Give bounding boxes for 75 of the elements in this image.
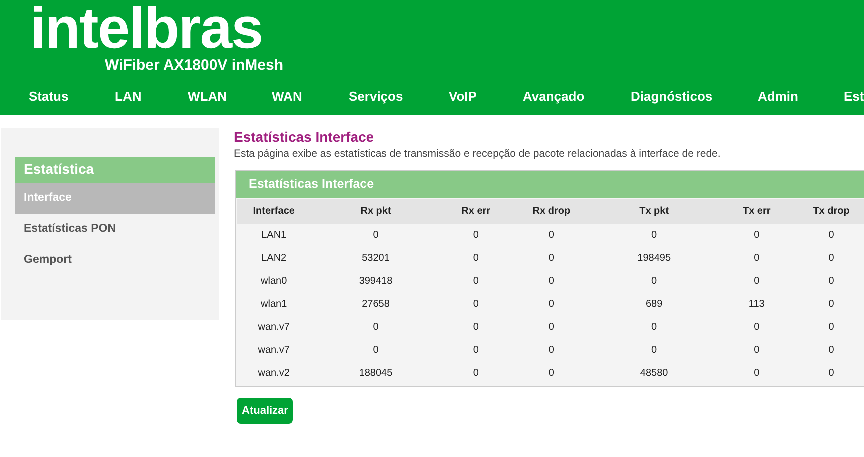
- table-cell-text: 0: [548, 367, 556, 381]
- nav-link[interactable]: Admin: [758, 89, 798, 104]
- column-header: Tx err: [716, 199, 798, 224]
- nav-link[interactable]: LAN: [115, 89, 142, 104]
- refresh-button[interactable]: Atualizar: [237, 398, 294, 424]
- table-cell-text: 0: [828, 252, 836, 266]
- table-cell-text: 0: [828, 344, 836, 358]
- table-cell-text: 0: [372, 321, 380, 335]
- table-cell-text: 0: [548, 252, 556, 266]
- table-cell-text: 0: [548, 321, 556, 335]
- table-cell-text: 0: [753, 275, 761, 289]
- table-cell-text: 198495: [636, 252, 672, 266]
- panel-heading: Estatísticas Interface: [236, 171, 864, 198]
- table-cell: 0: [311, 224, 441, 247]
- table-cell-text: 0: [548, 298, 556, 312]
- nav-link[interactable]: WAN: [272, 89, 302, 104]
- table-cell-text: 0: [472, 298, 480, 312]
- table-cell-text: 53201: [361, 252, 391, 266]
- table-cell-text: 0: [753, 367, 761, 381]
- column-header: Rx pkt: [311, 199, 441, 224]
- nav-link[interactable]: Serviços: [349, 89, 404, 104]
- column-header: Interface: [237, 199, 312, 224]
- table-cell-text: 188045: [358, 367, 394, 381]
- sidebar-item[interactable]: Gemport: [15, 245, 215, 276]
- table-cell-text: 399418: [358, 275, 394, 289]
- nav-link[interactable]: Status: [29, 89, 69, 104]
- table-cell-text: 0: [828, 321, 836, 335]
- table-cell-text: 0: [828, 367, 836, 381]
- table-cell-text: wlan1: [260, 298, 288, 312]
- table-cell-text: 0: [650, 344, 658, 358]
- column-header: Tx pkt: [592, 199, 717, 224]
- table-cell-text: wlan0: [260, 275, 288, 289]
- table-cell-text: 0: [548, 344, 556, 358]
- table-cell: 0: [511, 224, 592, 247]
- sidebar-heading: Estatística: [15, 157, 215, 183]
- table-cell-text: LAN2: [260, 252, 288, 266]
- table-cell-text: 0: [472, 344, 480, 358]
- nav-link[interactable]: WLAN: [188, 89, 227, 104]
- page-description: Esta página exibe as estatísticas de transmissão e recepção de pacote relacionadas à interface de rede.: [234, 147, 722, 161]
- table-cell-text: 0: [372, 344, 380, 358]
- nav-link[interactable]: Est: [844, 89, 864, 104]
- model-name: WiFiber AX1800V inMesh: [105, 57, 284, 74]
- column-header: Tx drop: [797, 199, 864, 224]
- table-cell-text: 0: [753, 252, 761, 266]
- table-cell-text: 0: [650, 321, 658, 335]
- table-cell-text: 0: [472, 275, 480, 289]
- nav-link[interactable]: Diagnósticos: [631, 89, 713, 104]
- table-cell-text: wan.v7: [257, 321, 291, 335]
- nav-link[interactable]: Avançado: [523, 89, 585, 104]
- sidebar-item[interactable]: Estatísticas PON: [15, 214, 215, 245]
- table-cell: LAN1: [237, 224, 312, 247]
- table-cell-text: 0: [753, 321, 761, 335]
- table-cell-text: 0: [472, 367, 480, 381]
- column-header: Rx err: [440, 199, 512, 224]
- table-cell-text: 0: [753, 344, 761, 358]
- table-cell: 0: [797, 224, 864, 247]
- table-cell-text: 27658: [361, 298, 391, 312]
- table-cell: 0: [716, 224, 798, 247]
- column-header: Rx drop: [511, 199, 592, 224]
- page-title: Estatísticas Interface: [234, 128, 376, 146]
- nav-link[interactable]: VoIP: [449, 89, 477, 104]
- table-cell-text: wan.v2: [257, 367, 291, 381]
- table-cell-text: 0: [650, 275, 658, 289]
- table-cell-text: 48580: [639, 367, 670, 381]
- table-cell-text: 0: [472, 252, 480, 266]
- table-cell-text: 0: [548, 275, 556, 289]
- sidebar-item[interactable]: Interface: [15, 183, 215, 214]
- table-cell: 0: [440, 224, 512, 247]
- table-cell: 0: [592, 224, 717, 247]
- table-cell-text: wan.v7: [257, 344, 291, 358]
- table-cell-text: 0: [472, 321, 480, 335]
- table-cell-text: 0: [828, 298, 836, 312]
- table-cell-text: 113: [748, 298, 766, 312]
- table-cell-text: 689: [644, 298, 664, 312]
- table-cell-text: 0: [828, 275, 836, 289]
